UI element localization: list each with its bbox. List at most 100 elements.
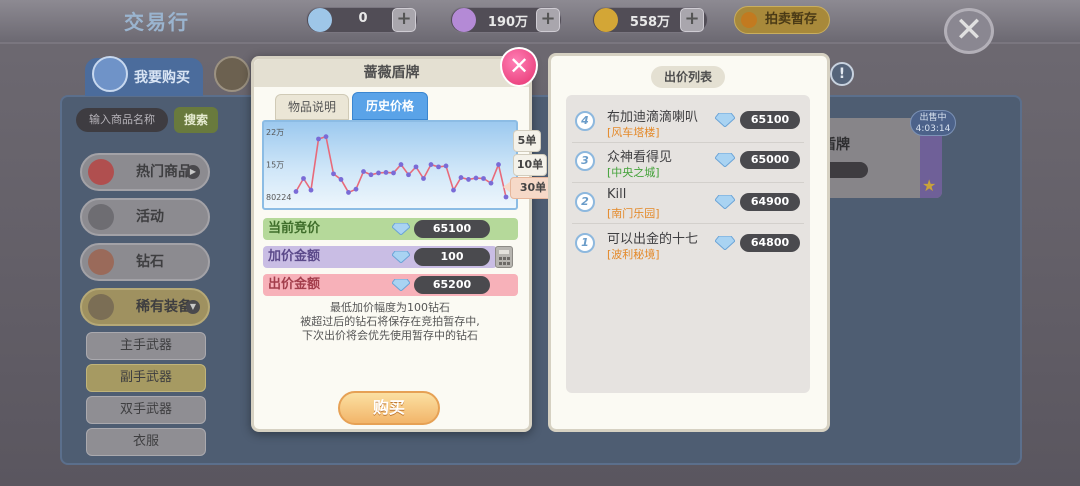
price-point	[346, 190, 351, 195]
bidder-name: 众神看得见	[607, 150, 673, 165]
price-point	[466, 177, 471, 182]
subcategory-clothes[interactable]: 衣服	[86, 428, 206, 456]
bidder-name: 可以出金的十七	[607, 232, 699, 247]
tab-buy-label: 我要购买	[134, 70, 190, 86]
diamond-icon	[715, 153, 735, 167]
price-point	[503, 194, 509, 200]
tab-price-history[interactable]: 历史价格	[352, 92, 428, 120]
price-history-chart: 22万 15万 80224	[266, 128, 509, 202]
price-point	[293, 189, 299, 194]
note-line: 下次出价将会优先使用暂存中的钻石	[302, 329, 478, 342]
increment-value[interactable]: 100	[414, 248, 490, 266]
diamond-icon	[392, 279, 410, 291]
price-point	[331, 171, 336, 177]
price-point	[481, 176, 486, 181]
price-point	[361, 169, 366, 174]
divider	[572, 142, 804, 143]
crystal-icon	[452, 8, 476, 32]
bidder-location: [南门乐园]	[607, 207, 660, 220]
price-point	[451, 187, 456, 193]
add-crystal-button[interactable]: +	[536, 8, 560, 32]
subcategory-two-hand-weapon[interactable]: 双手武器	[86, 396, 206, 424]
price-point	[338, 177, 344, 182]
diamond-icon	[392, 251, 410, 263]
bid-rank-badge: 1	[575, 233, 595, 253]
bid-price: 64900	[740, 193, 800, 211]
category-label: 热门商品	[136, 164, 192, 180]
close-icon[interactable]: ✕	[944, 8, 994, 54]
badge-status: 出售中	[919, 113, 947, 123]
diamond-icon	[715, 113, 735, 127]
money-bag-icon[interactable]	[214, 56, 250, 92]
price-point	[391, 170, 396, 176]
price-point	[428, 162, 434, 167]
price-point	[488, 180, 494, 186]
note-line: 最低加价幅度为100钻石	[330, 301, 450, 314]
gold-coin-icon	[594, 8, 618, 32]
modal-title: 蔷薇盾牌	[363, 65, 420, 81]
y-tick-label: 22万	[266, 128, 284, 137]
y-tick-label: 80224	[266, 193, 291, 202]
range-10-button[interactable]: 10单	[513, 154, 547, 176]
diamond-category-icon	[88, 249, 114, 275]
bell-icon	[88, 204, 114, 230]
buy-button[interactable]: 购买	[338, 391, 440, 425]
price-point	[443, 163, 449, 169]
subcategory-main-weapon[interactable]: 主手武器	[86, 332, 206, 360]
price-point	[413, 164, 419, 170]
bid-rank-badge: 4	[575, 111, 595, 131]
bid-price: 65100	[740, 111, 800, 129]
diamond-icon	[715, 195, 735, 209]
price-point	[436, 164, 441, 170]
subcategory-offhand-weapon[interactable]: 副手武器	[86, 364, 206, 392]
note-line: 被超过后的钻石将保存在竞拍暂存中,	[300, 315, 480, 328]
search-button[interactable]: 搜索	[174, 107, 218, 133]
price-point	[368, 172, 374, 178]
bid-amount-value: 65200	[414, 276, 490, 294]
diamond-icon	[715, 236, 735, 250]
divider	[572, 182, 804, 183]
price-point	[458, 175, 464, 180]
bidder-name: Kill	[607, 187, 627, 202]
price-point	[323, 134, 329, 140]
price-point	[406, 172, 411, 178]
price-point	[353, 186, 359, 192]
stash-icon	[741, 12, 757, 28]
bid-rank-badge: 2	[575, 192, 595, 212]
price-point	[316, 136, 321, 142]
search-input[interactable]: 输入商品名称	[76, 108, 168, 132]
calculator-icon[interactable]	[495, 246, 513, 268]
y-tick-label: 15万	[266, 161, 284, 170]
bidder-location: [波利秘境]	[607, 248, 660, 261]
divider	[572, 223, 804, 224]
range-5-button[interactable]: 5单	[513, 130, 541, 152]
diamond-value: 0	[358, 11, 368, 26]
bidder-location: [中央之城]	[607, 166, 660, 179]
gold-value: 558万	[629, 15, 671, 30]
shopping-cart-icon	[92, 56, 128, 92]
price-point	[308, 187, 314, 193]
bid-list-title: 出价列表	[651, 66, 725, 88]
add-diamond-button[interactable]: +	[392, 8, 416, 32]
price-point	[473, 175, 479, 181]
shirt-icon	[88, 294, 114, 320]
crystal-value: 190万	[487, 15, 529, 30]
category-label: 钻石	[136, 254, 164, 270]
current-bid-value: 65100	[414, 220, 490, 238]
tab-item-description[interactable]: 物品说明	[275, 94, 349, 120]
category-label: 活动	[136, 209, 164, 225]
price-point	[301, 176, 306, 181]
bidder-name: 布加迪滴滴喇叭	[607, 110, 699, 125]
bid-rank-badge: 3	[575, 151, 595, 171]
price-point	[496, 162, 501, 167]
badge-time: 4:03:14	[915, 124, 951, 134]
help-icon[interactable]: !	[830, 62, 854, 86]
chevron-down-icon: ▼	[186, 300, 200, 314]
add-gold-button[interactable]: +	[680, 8, 704, 32]
price-point	[421, 176, 426, 181]
diamond-icon	[308, 8, 332, 32]
page-title: 交易行	[124, 10, 190, 34]
star-icon: ★	[922, 176, 937, 195]
price-point	[398, 162, 404, 167]
bid-price: 65000	[740, 151, 800, 169]
